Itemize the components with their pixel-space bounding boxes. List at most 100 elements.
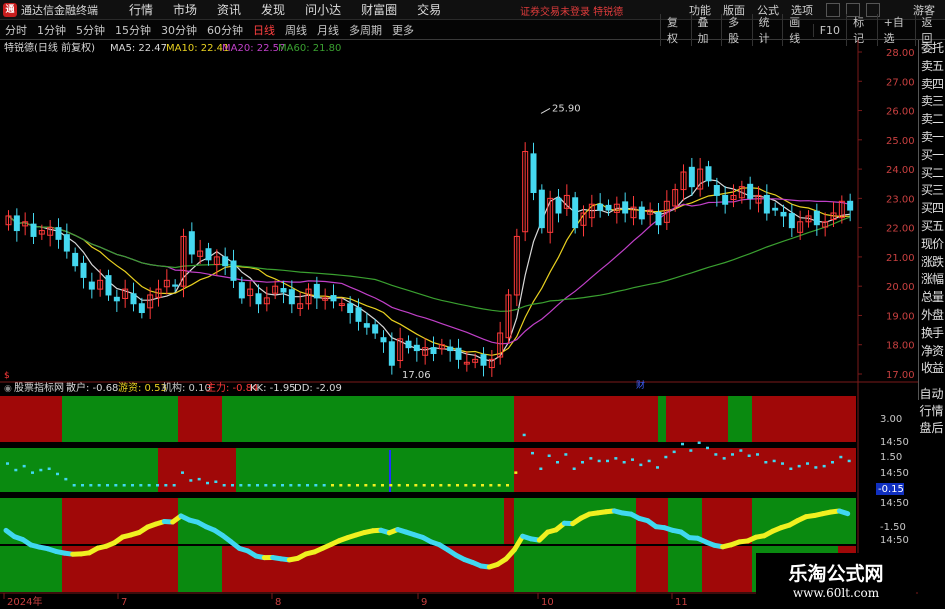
app-logo-icon: 通 [3, 2, 17, 17]
vtabs-item[interactable]: 买五 [919, 218, 945, 236]
indicator-dot [481, 484, 484, 487]
legend-name: 股票指标网 [14, 381, 64, 394]
period-daily[interactable]: 日线 [248, 22, 280, 38]
vtabs-item[interactable]: 委托 [919, 40, 945, 58]
indicator-dot [22, 464, 26, 468]
vtabs-item[interactable]: 总量 [919, 289, 945, 307]
indicator-dot [81, 484, 84, 487]
period-1min[interactable]: 1分钟 [32, 22, 71, 38]
indicator-dot [831, 461, 834, 464]
vtabs-item[interactable]: 买四 [919, 200, 945, 218]
period-15min[interactable]: 15分钟 [110, 22, 156, 38]
vtabs-item[interactable]: 现价 [919, 236, 945, 254]
watermark-title: 乐淘公式网 [788, 563, 884, 585]
indicator-dot [697, 441, 701, 444]
vtabs-item[interactable]: 卖二 [919, 111, 945, 129]
sub-axis-label: -1.50 [880, 522, 906, 533]
login-warning[interactable]: 证券交易未登录 特锐德 [520, 3, 623, 18]
candle-body [288, 289, 295, 305]
indicator-dot [14, 468, 18, 472]
indicator-dot [306, 484, 309, 487]
candle-body [88, 281, 95, 290]
time-tick-label: 11 [675, 597, 688, 608]
period-30min[interactable]: 30分钟 [156, 22, 202, 38]
indicator-dot [164, 484, 168, 487]
indicator-dot [222, 484, 226, 487]
ma10-line [8, 187, 851, 356]
period-monthly[interactable]: 月线 [312, 22, 344, 38]
legend-inst: 机构: 0.10 [162, 381, 211, 394]
indicator-dot [31, 471, 34, 474]
indicator-dot [356, 484, 359, 487]
candle-body [30, 223, 37, 237]
candle-body [105, 275, 112, 296]
legend-ma60: MA60: 21.80 [278, 43, 341, 54]
indicator-dot [372, 484, 376, 487]
kline-chart[interactable]: 特锐德(日线 前复权) MA5: 22.47MA10: 22.41MA20: 22… [0, 40, 918, 609]
menu-item-market[interactable]: 市场 [163, 1, 207, 18]
candle-body [688, 166, 695, 188]
legend-hot: 游资: 0.53 [118, 381, 167, 394]
vtabs-item[interactable]: 卖五 [919, 58, 945, 76]
vtabs-item[interactable]: 收益 [919, 360, 945, 378]
minimize-button[interactable] [826, 3, 840, 17]
candle-body [363, 323, 370, 328]
period-more[interactable]: 更多 [387, 22, 419, 38]
price-tick-label: 20.00 [886, 282, 915, 293]
candle-body [255, 293, 262, 305]
high-price-pointer [540, 108, 551, 114]
vtabs-item[interactable]: 换手 [919, 325, 945, 343]
legend-ma10: MA10: 22.41 [166, 43, 229, 54]
menu-item-news[interactable]: 资讯 [207, 1, 251, 18]
candle-body [605, 204, 612, 211]
menu-item-discover[interactable]: 发现 [251, 1, 295, 18]
vtabs-item[interactable]: 净资 [919, 343, 945, 361]
period-5min[interactable]: 5分钟 [71, 22, 110, 38]
period-60min[interactable]: 60分钟 [202, 22, 248, 38]
price-tick-label: 18.00 [886, 341, 915, 352]
sub-axis-label: 14:50 [880, 535, 909, 546]
menu-item-ask[interactable]: 问小达 [295, 1, 351, 18]
vtabs-item[interactable]: 外盘 [919, 307, 945, 325]
legend-ma5: MA5: 22.47 [110, 43, 167, 54]
menu-item-wealth[interactable]: 财富圈 [351, 1, 407, 18]
vtabs2-item[interactable]: 行情 [918, 403, 945, 420]
candle-body [388, 341, 395, 366]
candle-body [622, 201, 629, 214]
vtabs-item[interactable]: 买一 [919, 147, 945, 165]
event-marker: 财 [636, 379, 645, 391]
vtabs-item[interactable]: 涨跌 [919, 254, 945, 272]
vtabs-item[interactable]: 卖四 [919, 76, 945, 94]
period-multi[interactable]: 多周期 [344, 22, 387, 38]
vtabs-item[interactable]: 涨幅 [919, 271, 945, 289]
menu-item-trade[interactable]: 交易 [407, 1, 451, 18]
zone-top [728, 396, 752, 442]
vtabs-item[interactable]: 买三 [919, 182, 945, 200]
watermark: 乐淘公式网 www.60lt.com [756, 553, 916, 609]
indicator-dot [131, 484, 134, 487]
candle-body [713, 184, 720, 196]
candle-body [55, 227, 62, 240]
sub-axis-label: 14:50 [880, 437, 909, 448]
vtabs2-item[interactable]: 盘后 [918, 420, 945, 437]
zone-top [666, 396, 728, 442]
sub-axis-label: -0.15 [878, 484, 904, 495]
zone-lower-b [514, 546, 636, 592]
vtabs-item[interactable]: 卖三 [919, 93, 945, 111]
period-weekly[interactable]: 周线 [280, 22, 312, 38]
period-intraday[interactable]: 分时 [0, 22, 32, 38]
vtabs2-item[interactable]: 自动 [918, 386, 945, 403]
legend-kk: KK: -1.95 [250, 383, 296, 394]
vtabs-item[interactable]: 买二 [919, 165, 945, 183]
indicator-dot [156, 484, 159, 487]
ma5-line [8, 178, 851, 362]
indicator-dot [631, 458, 634, 461]
indicator-dot [122, 484, 126, 487]
sub-axis-label: 1.50 [880, 452, 902, 463]
f10-button[interactable]: F10 [812, 23, 846, 37]
zone-lower-b [222, 546, 514, 592]
indicator-dot [364, 484, 368, 487]
menu-item-quotes[interactable]: 行情 [119, 1, 163, 18]
vtabs-item[interactable]: 卖一 [919, 129, 945, 147]
indicator-dot [664, 455, 668, 459]
